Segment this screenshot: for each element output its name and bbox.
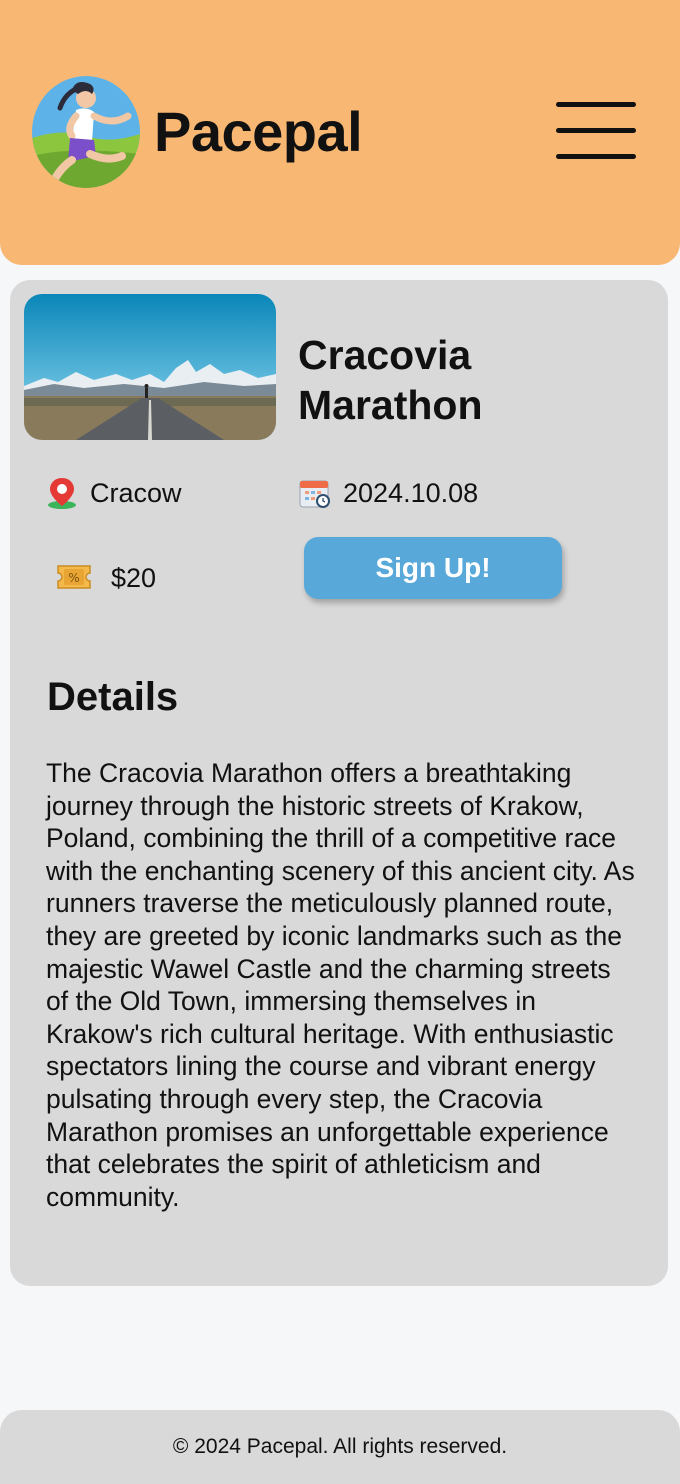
event-price: $20: [111, 563, 157, 593]
svg-text:%: %: [68, 571, 79, 585]
brand-name[interactable]: Pacepal: [154, 100, 363, 164]
menu-line: [556, 102, 636, 107]
runner-logo-icon[interactable]: [32, 76, 140, 188]
menu-line: [556, 128, 636, 133]
event-location: Cracow: [90, 478, 182, 508]
details-heading: Details: [47, 675, 179, 719]
sign-up-button[interactable]: Sign Up!: [304, 537, 562, 599]
event-date: 2024.10.08: [343, 478, 479, 508]
hamburger-menu-icon[interactable]: [556, 102, 636, 162]
menu-line: [556, 154, 636, 159]
page-footer: © 2024 Pacepal. All rights reserved.: [0, 1410, 680, 1484]
ticket-icon: %: [54, 562, 94, 597]
app-header: Pacepal: [0, 0, 680, 265]
map-pin-icon: [46, 476, 78, 515]
event-title: Cracovia Marathon: [298, 332, 483, 428]
event-image: [24, 294, 276, 440]
event-card: Cracovia Marathon Cracow 2024.10.08 % $2…: [10, 280, 668, 1286]
calendar-clock-icon: [298, 476, 332, 515]
details-text: The Cracovia Marathon offers a breathtak…: [46, 758, 635, 1212]
copyright-text: © 2024 Pacepal. All rights reserved.: [172, 1435, 508, 1458]
